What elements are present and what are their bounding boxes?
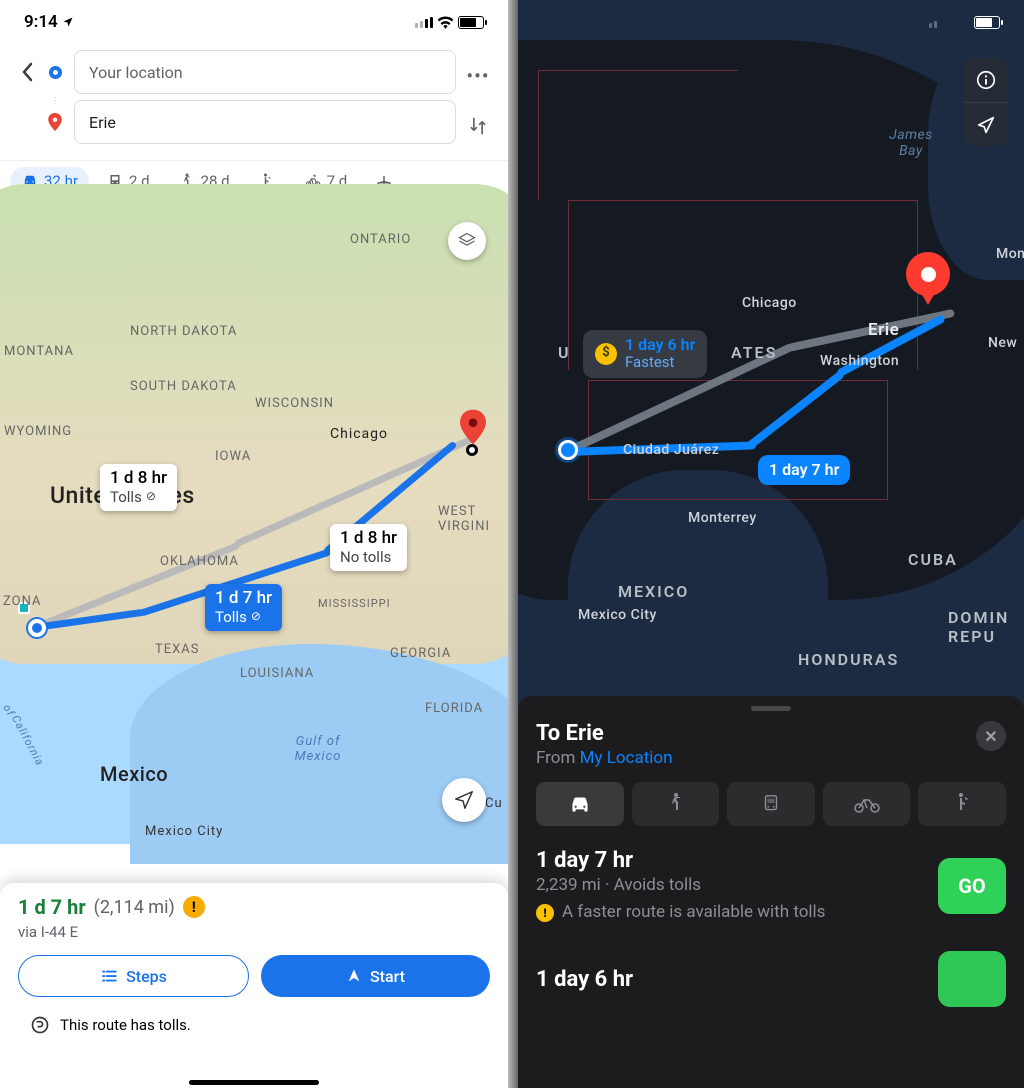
sheet-from: From My Location: [536, 748, 673, 768]
route-callout-alt2[interactable]: 1 d 8 hr No tolls: [330, 524, 407, 571]
origin-marker: [28, 619, 46, 637]
go-button[interactable]: GO: [938, 858, 1006, 914]
destination-pin: [460, 409, 486, 445]
bike-icon: [853, 794, 881, 814]
travel-mode-row: [536, 782, 1006, 826]
route-option-1[interactable]: 1 day 7 hr 2,239 mi · Avoids tolls ! A f…: [536, 848, 1006, 923]
transit-icon: [760, 792, 782, 816]
mode-rideshare[interactable]: [918, 782, 1006, 826]
waypoint-dots-icon: ⋮: [51, 98, 59, 104]
origin-dot-icon: [49, 66, 62, 79]
result-time: 1 d 7 hr: [18, 895, 86, 919]
locate-icon: [453, 789, 475, 811]
toll-icon: [30, 1015, 50, 1035]
mode-bike[interactable]: [823, 782, 911, 826]
info-icon: [975, 69, 997, 91]
signal-icon: [415, 17, 433, 28]
directions-header: Your location ⋮ Erie •••: [0, 44, 508, 161]
back-button[interactable]: [12, 50, 42, 94]
start-button[interactable]: Start: [261, 955, 490, 997]
warning-icon: !: [536, 904, 554, 922]
destination-pin-icon: [48, 113, 62, 131]
mode-walk[interactable]: [632, 782, 720, 826]
battery-icon: [974, 16, 1000, 29]
mode-transit[interactable]: [727, 782, 815, 826]
destination-pin: [906, 252, 950, 310]
swap-button[interactable]: [468, 116, 488, 136]
origin-marker: [558, 440, 578, 460]
google-map-canvas[interactable]: ONTARIO MONTANA NORTH DAKOTA SOUTH DAKOT…: [0, 204, 508, 844]
destination-field[interactable]: Erie: [74, 100, 456, 144]
route-callout-alt1[interactable]: 1 d 8 hr Tolls ⊘: [100, 464, 177, 511]
steps-button[interactable]: Steps: [18, 955, 249, 997]
locate-arrow-icon: [975, 114, 997, 136]
apple-maps-panel: $ 1 day 6 hr Fastest 1 day 7 hr James Ba…: [518, 0, 1024, 1088]
grabber[interactable]: [751, 706, 791, 711]
wifi-icon: [437, 16, 454, 29]
location-arrow-icon: [62, 16, 74, 28]
result-sheet[interactable]: 1 d 7 hr (2,114 mi) ! via I-44 E Steps S…: [0, 883, 508, 1088]
result-distance: (2,114 mi): [94, 897, 175, 918]
home-indicator[interactable]: [189, 1080, 319, 1085]
layers-button[interactable]: [448, 222, 486, 260]
warning-icon: !: [183, 896, 205, 918]
car-icon: [567, 793, 593, 815]
battery-icon: [458, 16, 484, 29]
list-icon: [100, 969, 118, 983]
directions-sheet[interactable]: To Erie From My Location ✕: [518, 696, 1024, 1088]
nav-arrow-icon: [346, 968, 362, 984]
walk-icon: [665, 792, 685, 816]
info-button[interactable]: [964, 58, 1008, 102]
google-maps-panel: 9:14 Your location ⋮ E: [0, 0, 508, 1088]
clock: 9:14: [24, 12, 58, 32]
more-menu-button[interactable]: •••: [466, 64, 489, 88]
route-option-2[interactable]: 1 day 6 hr: [536, 951, 1006, 1007]
map-controls: [964, 58, 1008, 146]
origin-field[interactable]: Your location: [74, 50, 456, 94]
route-callout-primary[interactable]: 1 d 7 hr Tolls ⊘: [205, 584, 282, 631]
mode-drive[interactable]: [536, 782, 624, 826]
recenter-button[interactable]: [442, 778, 486, 822]
route-callout-primary[interactable]: 1 day 7 hr: [758, 455, 850, 485]
toll-note: This route has tolls.: [60, 1016, 191, 1034]
route-callout-fastest[interactable]: $ 1 day 6 hr Fastest: [583, 330, 707, 378]
sheet-title: To Erie: [536, 721, 673, 746]
status-bar: 9:14: [0, 0, 508, 44]
rideshare-icon: [952, 792, 972, 816]
close-button[interactable]: ✕: [976, 721, 1006, 751]
result-via: via I-44 E: [18, 923, 490, 941]
toll-dollar-icon: $: [595, 343, 617, 365]
locate-button[interactable]: [964, 102, 1008, 146]
go-button[interactable]: [938, 951, 1006, 1007]
layers-icon: [457, 231, 477, 251]
my-location-link[interactable]: My Location: [580, 748, 673, 768]
